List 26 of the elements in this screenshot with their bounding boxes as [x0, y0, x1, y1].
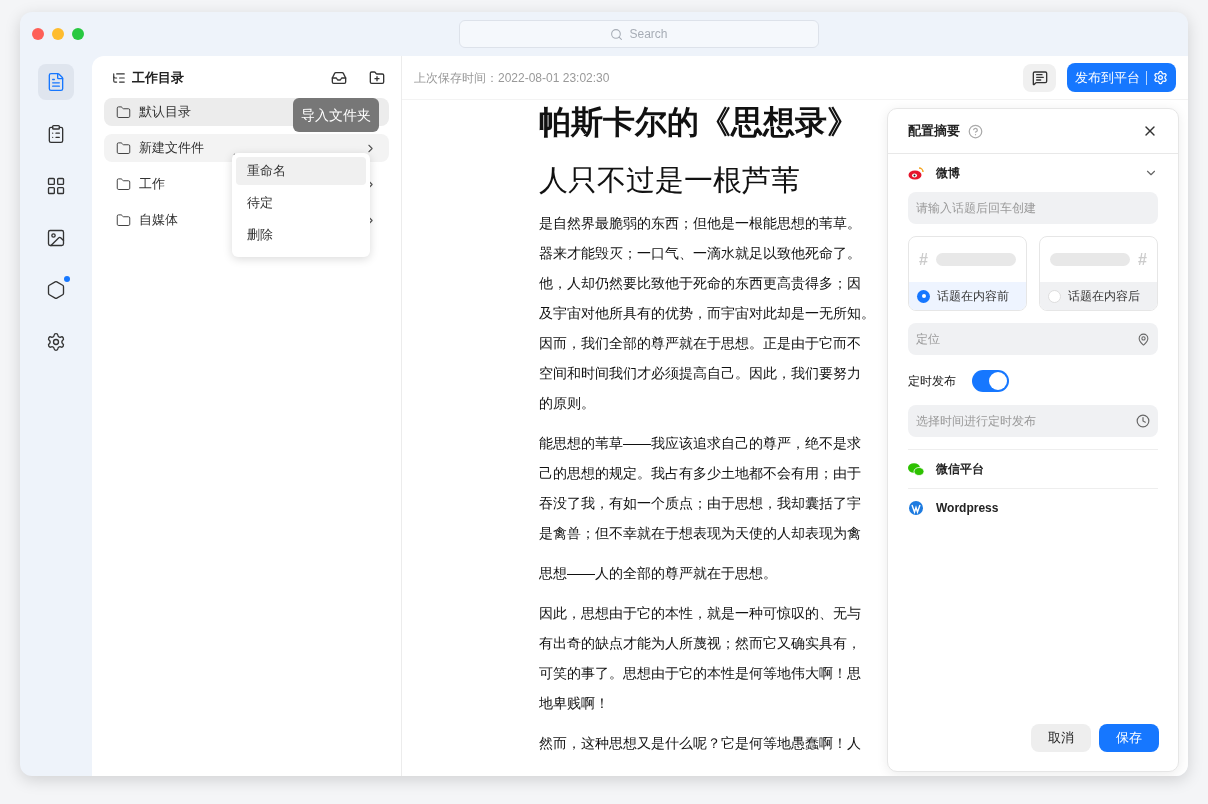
paragraph-line: 思想——人的全部的尊严就在于思想。 — [539, 564, 777, 583]
paragraph-line: 是自然界最脆弱的东西；但他是一根能思想的苇草。 — [539, 214, 861, 233]
paragraph-line: 因此，思想由于它的本性，就是一种可惊叹的、无与 — [539, 604, 861, 623]
paragraph-line: 可笑的事了。思想由于它的本性是何等地伟大啊！思 — [539, 664, 861, 683]
paragraph-line: 然而，这种思想又是什么呢？它是何等地愚蠢啊！人 — [539, 734, 861, 753]
paragraph-line: 是禽兽；但不幸就在于想表现为天使的人却表现为禽 — [539, 524, 861, 543]
paragraph-line: 地卑贱啊！ — [539, 694, 609, 713]
paragraph-line: 器来才能毁灭；一口气、一滴水就足以致他死命了。 — [539, 244, 861, 263]
paragraph-line: 空间和时间我们才必须提高自己。因此，我们要努力 — [539, 364, 861, 383]
paragraph-line: 因而，我们全部的尊严就在于思想。正是由于它而不 — [539, 334, 861, 353]
paragraph-line: 及宇宙对他所具有的优势，而宇宙对此却是一无所知。 — [539, 304, 875, 323]
save-time-text: 上次保存时间：2022-08-01 23:02:30 — [414, 69, 610, 87]
tooltip: 导入文件夹 — [293, 98, 379, 132]
hash-icon: # — [919, 247, 928, 272]
paragraph-line: 有出奇的缺点才能为人所蔑视；然而它又确实具有， — [539, 634, 861, 653]
schedule-label: 定时发布 — [908, 373, 956, 390]
hash-icon: # — [1138, 247, 1147, 272]
paragraph-line: 他，人却仍然要比致他于死命的东西更高贵得多；因 — [539, 274, 861, 293]
document-title: 帕斯卡尔的《思想录》 — [539, 103, 859, 142]
paragraph-line: 的原则。 — [539, 394, 595, 413]
paragraph-line: 能思想的苇草——我应该追求自己的尊严，绝不是求 — [539, 434, 861, 453]
paragraph-line: 己的思想的规定。我占有多少土地都不会有用；由于 — [539, 464, 861, 483]
panel-title: 配置摘要 — [908, 122, 960, 141]
document-heading: 人只不过是一根芦苇 — [539, 163, 800, 198]
paragraph-line: 吞没了我，有如一个质点；由于思想，我却囊括了宇 — [539, 494, 861, 513]
panel-title: 工作目录 — [132, 69, 184, 88]
